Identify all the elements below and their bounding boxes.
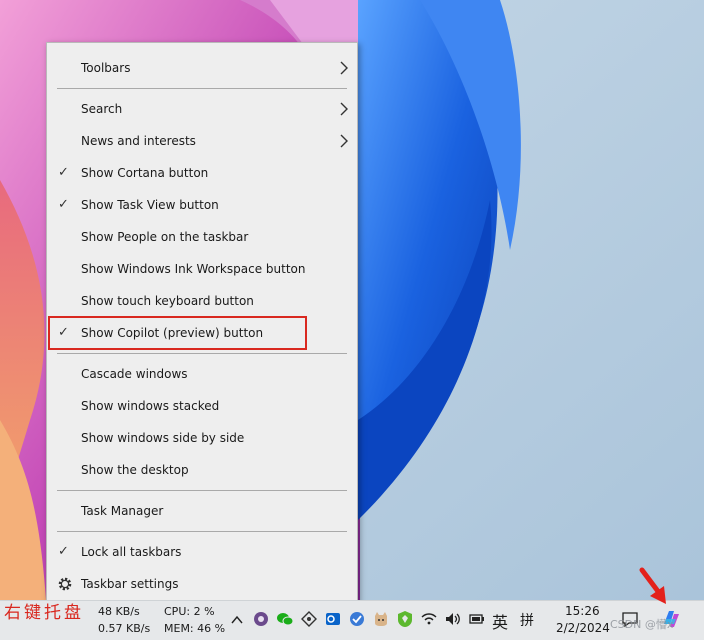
menu-divider bbox=[57, 490, 347, 491]
network-download-speed: 0.57 KB/s bbox=[98, 622, 151, 635]
menu-item-label: Cascade windows bbox=[81, 367, 188, 381]
menu-item-label: Lock all taskbars bbox=[81, 545, 182, 559]
speaker-icon[interactable] bbox=[444, 610, 462, 628]
menu-item-lock-all-taskbars[interactable]: ✓ Lock all taskbars bbox=[47, 537, 357, 567]
outlook-icon[interactable] bbox=[324, 610, 342, 628]
clock-time[interactable]: 15:26 bbox=[565, 604, 600, 618]
menu-item-search[interactable]: Search bbox=[47, 94, 357, 124]
menu-item-show-people[interactable]: Show People on the taskbar bbox=[47, 222, 357, 252]
security-shield-icon[interactable] bbox=[396, 610, 414, 628]
ime-language-indicator[interactable]: 英 bbox=[492, 609, 508, 633]
menu-item-label: Show windows side by side bbox=[81, 431, 245, 445]
menu-item-show-cortana-button[interactable]: ✓ Show Cortana button bbox=[47, 158, 357, 188]
clock-date[interactable]: 2/2/2024 bbox=[556, 621, 610, 635]
chevron-right-icon bbox=[340, 134, 348, 148]
menu-item-news-and-interests[interactable]: News and interests bbox=[47, 126, 357, 156]
menu-item-show-the-desktop[interactable]: Show the desktop bbox=[47, 455, 357, 485]
checkmark-icon: ✓ bbox=[58, 197, 69, 212]
wifi-icon[interactable] bbox=[420, 610, 438, 628]
watermark: CSDN @懵x bbox=[610, 618, 674, 631]
menu-item-label: Show Task View button bbox=[81, 198, 219, 212]
menu-item-label: Toolbars bbox=[81, 61, 131, 75]
menu-item-show-windows-ink[interactable]: Show Windows Ink Workspace button bbox=[47, 254, 357, 284]
menu-item-toolbars[interactable]: Toolbars bbox=[47, 53, 357, 83]
app-tray-icon[interactable] bbox=[252, 610, 270, 628]
cpu-usage: CPU: 2 % bbox=[164, 605, 215, 618]
red-arrow-annotation bbox=[639, 567, 666, 604]
ime-mode-indicator[interactable]: 拼 bbox=[520, 610, 534, 630]
menu-item-cascade-windows[interactable]: Cascade windows bbox=[47, 359, 357, 389]
menu-item-taskbar-settings[interactable]: Taskbar settings bbox=[47, 569, 357, 599]
menu-item-label: Show touch keyboard button bbox=[81, 294, 254, 308]
cat-icon[interactable] bbox=[372, 610, 390, 628]
menu-item-show-task-view-button[interactable]: ✓ Show Task View button bbox=[47, 190, 357, 220]
network-upload-speed: 48 KB/s bbox=[98, 605, 140, 618]
menu-divider bbox=[57, 531, 347, 532]
menu-item-show-touch-keyboard[interactable]: Show touch keyboard button bbox=[47, 286, 357, 316]
copilot-highlight-box bbox=[48, 316, 307, 350]
menu-item-label: Show Cortana button bbox=[81, 166, 209, 180]
menu-item-label: News and interests bbox=[81, 134, 196, 148]
menu-divider bbox=[57, 88, 347, 89]
menu-item-label: Show Windows Ink Workspace button bbox=[81, 262, 306, 276]
checkmark-icon: ✓ bbox=[58, 165, 69, 180]
chevron-up-icon[interactable] bbox=[230, 613, 244, 627]
app-tray-icon[interactable] bbox=[348, 610, 366, 628]
wechat-icon[interactable] bbox=[276, 610, 294, 628]
memory-usage: MEM: 46 % bbox=[164, 622, 226, 635]
menu-divider bbox=[57, 353, 347, 354]
menu-item-label: Show People on the taskbar bbox=[81, 230, 249, 244]
chevron-right-icon bbox=[340, 102, 348, 116]
menu-item-label: Task Manager bbox=[81, 504, 164, 518]
menu-item-label: Show the desktop bbox=[81, 463, 189, 477]
annotation-caption: 右键托盘 bbox=[4, 603, 84, 623]
menu-item-label: Taskbar settings bbox=[81, 577, 179, 591]
checkmark-icon: ✓ bbox=[58, 544, 69, 559]
gear-icon bbox=[58, 577, 72, 591]
menu-item-label: Show windows stacked bbox=[81, 399, 220, 413]
menu-item-label: Search bbox=[81, 102, 123, 116]
menu-item-show-windows-side-by-side[interactable]: Show windows side by side bbox=[47, 423, 357, 453]
network-share-icon[interactable] bbox=[300, 610, 318, 628]
menu-item-show-windows-stacked[interactable]: Show windows stacked bbox=[47, 391, 357, 421]
battery-icon[interactable] bbox=[468, 610, 486, 628]
menu-item-task-manager[interactable]: Task Manager bbox=[47, 496, 357, 526]
chevron-right-icon bbox=[340, 61, 348, 75]
